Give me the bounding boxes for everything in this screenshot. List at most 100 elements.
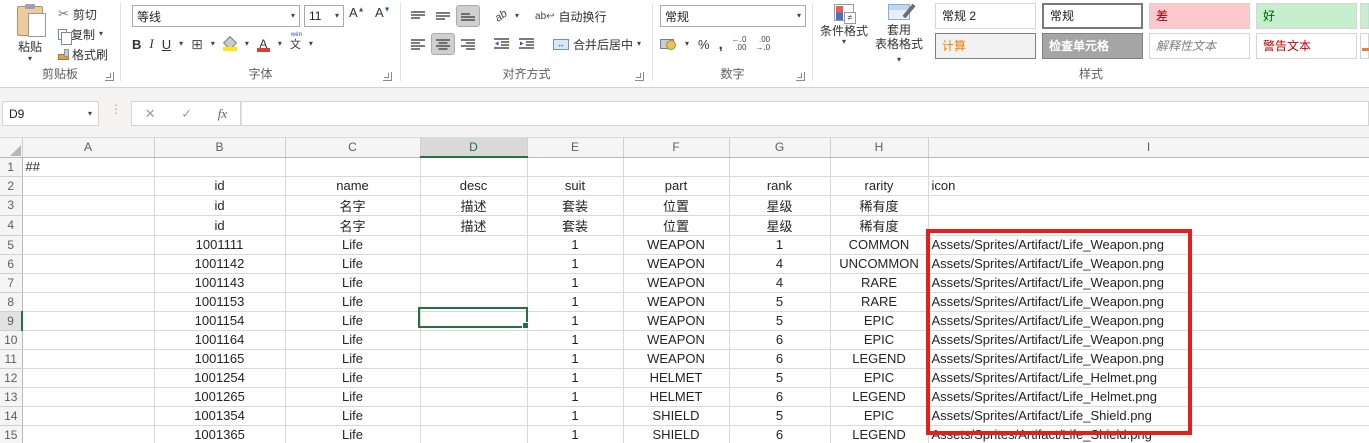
- cell-I12[interactable]: Assets/Sprites/Artifact/Life_Helmet.png: [928, 368, 1369, 387]
- cell-C11[interactable]: Life: [285, 349, 420, 368]
- cell-F12[interactable]: HELMET: [623, 368, 729, 387]
- cell-I14[interactable]: Assets/Sprites/Artifact/Life_Shield.png: [928, 406, 1369, 425]
- cell-A10[interactable]: [22, 330, 154, 349]
- cell-style-option[interactable]: 警告文本: [1256, 33, 1357, 59]
- row-header-9[interactable]: 9: [0, 311, 22, 330]
- cell-G12[interactable]: 5: [729, 368, 830, 387]
- underline-button[interactable]: U: [162, 37, 171, 52]
- cell-G2[interactable]: rank: [729, 176, 830, 195]
- cell-F1[interactable]: [623, 157, 729, 176]
- cell-H4[interactable]: 稀有度: [830, 215, 928, 235]
- cell-C3[interactable]: 名字: [285, 195, 420, 215]
- cell-G4[interactable]: 星级: [729, 215, 830, 235]
- format-painter-button[interactable]: 格式刷: [58, 44, 120, 64]
- row-header-13[interactable]: 13: [0, 387, 22, 406]
- cell-I9[interactable]: Assets/Sprites/Artifact/Life_Weapon.png: [928, 311, 1369, 330]
- cell-A1[interactable]: ##: [22, 157, 154, 176]
- cell-F13[interactable]: HELMET: [623, 387, 729, 406]
- cell-I2[interactable]: icon: [928, 176, 1369, 195]
- cell-I4[interactable]: [928, 215, 1369, 235]
- cell-H7[interactable]: RARE: [830, 273, 928, 292]
- cell-B1[interactable]: [154, 157, 285, 176]
- row-header-8[interactable]: 8: [0, 292, 22, 311]
- cell-E11[interactable]: 1: [527, 349, 623, 368]
- cell-B10[interactable]: 1001164: [154, 330, 285, 349]
- style-gallery-overflow[interactable]: [1360, 3, 1369, 29]
- cell-D4[interactable]: 描述: [420, 215, 527, 235]
- cell-B6[interactable]: 1001142: [154, 254, 285, 273]
- column-header-E[interactable]: E: [527, 138, 623, 157]
- cell-A11[interactable]: [22, 349, 154, 368]
- cell-B7[interactable]: 1001143: [154, 273, 285, 292]
- cell-H2[interactable]: rarity: [830, 176, 928, 195]
- font-name-combo[interactable]: 等线 ▾: [132, 5, 300, 27]
- row-header-10[interactable]: 10: [0, 330, 22, 349]
- name-box[interactable]: D9 ▾: [2, 101, 99, 126]
- cell-H10[interactable]: EPIC: [830, 330, 928, 349]
- increase-indent-button[interactable]: [515, 34, 537, 54]
- cell-A6[interactable]: [22, 254, 154, 273]
- column-header-H[interactable]: H: [830, 138, 928, 157]
- cell-G11[interactable]: 6: [729, 349, 830, 368]
- formula-bar-splitter[interactable]: ⋮: [110, 102, 122, 116]
- row-header-6[interactable]: 6: [0, 254, 22, 273]
- chevron-down-icon[interactable]: ▾: [309, 40, 313, 48]
- cell-G9[interactable]: 5: [729, 311, 830, 330]
- cell-F8[interactable]: WEAPON: [623, 292, 729, 311]
- cell-B5[interactable]: 1001111: [154, 235, 285, 254]
- row-header-15[interactable]: 15: [0, 425, 22, 443]
- cell-B8[interactable]: 1001153: [154, 292, 285, 311]
- bold-button[interactable]: B: [132, 37, 141, 52]
- cell-E3[interactable]: 套装: [527, 195, 623, 215]
- cell-B9[interactable]: 1001154: [154, 311, 285, 330]
- cell-C15[interactable]: Life: [285, 425, 420, 443]
- cell-D5[interactable]: [420, 235, 527, 254]
- cut-button[interactable]: ✂ 剪切: [58, 4, 120, 24]
- cell-E12[interactable]: 1: [527, 368, 623, 387]
- cell-C5[interactable]: Life: [285, 235, 420, 254]
- cell-G5[interactable]: 1: [729, 235, 830, 254]
- cell-G1[interactable]: [729, 157, 830, 176]
- font-size-combo[interactable]: 11 ▾: [304, 5, 344, 27]
- cell-G7[interactable]: 4: [729, 273, 830, 292]
- shrink-font-button[interactable]: A▼: [375, 5, 391, 20]
- cell-C4[interactable]: 名字: [285, 215, 420, 235]
- cell-style-option[interactable]: 解释性文本: [1149, 33, 1250, 59]
- cell-style-option[interactable]: 好: [1256, 3, 1357, 29]
- cell-style-option[interactable]: 常规: [1042, 3, 1143, 29]
- cell-H15[interactable]: LEGEND: [830, 425, 928, 443]
- cell-I7[interactable]: Assets/Sprites/Artifact/Life_Weapon.png: [928, 273, 1369, 292]
- formula-input[interactable]: [241, 101, 1369, 126]
- cell-F3[interactable]: 位置: [623, 195, 729, 215]
- cell-I8[interactable]: Assets/Sprites/Artifact/Life_Weapon.png: [928, 292, 1369, 311]
- align-center-button[interactable]: [432, 34, 454, 54]
- cell-I10[interactable]: Assets/Sprites/Artifact/Life_Weapon.png: [928, 330, 1369, 349]
- cell-A15[interactable]: [22, 425, 154, 443]
- cell-F10[interactable]: WEAPON: [623, 330, 729, 349]
- cell-H9[interactable]: EPIC: [830, 311, 928, 330]
- cell-F14[interactable]: SHIELD: [623, 406, 729, 425]
- cell-G3[interactable]: 星级: [729, 195, 830, 215]
- cell-I1[interactable]: [928, 157, 1369, 176]
- enter-icon[interactable]: ✓: [181, 106, 192, 122]
- column-header-D[interactable]: D: [420, 138, 527, 157]
- cell-A4[interactable]: [22, 215, 154, 235]
- cell-H5[interactable]: COMMON: [830, 235, 928, 254]
- cell-A9[interactable]: [22, 311, 154, 330]
- cell-F15[interactable]: SHIELD: [623, 425, 729, 443]
- row-header-11[interactable]: 11: [0, 349, 22, 368]
- dialog-launcher-icon[interactable]: [635, 72, 644, 81]
- cell-H3[interactable]: 稀有度: [830, 195, 928, 215]
- cell-H8[interactable]: RARE: [830, 292, 928, 311]
- borders-button[interactable]: ⊞: [191, 36, 203, 53]
- cell-D3[interactable]: 描述: [420, 195, 527, 215]
- cell-C9[interactable]: Life: [285, 311, 420, 330]
- wrap-text-button[interactable]: ab↩ 自动换行: [532, 7, 610, 26]
- chevron-down-icon[interactable]: ▾: [515, 12, 519, 20]
- cell-E13[interactable]: 1: [527, 387, 623, 406]
- cell-D13[interactable]: [420, 387, 527, 406]
- orientation-button[interactable]: ab: [490, 6, 512, 26]
- row-header-12[interactable]: 12: [0, 368, 22, 387]
- cell-E6[interactable]: 1: [527, 254, 623, 273]
- cell-C13[interactable]: Life: [285, 387, 420, 406]
